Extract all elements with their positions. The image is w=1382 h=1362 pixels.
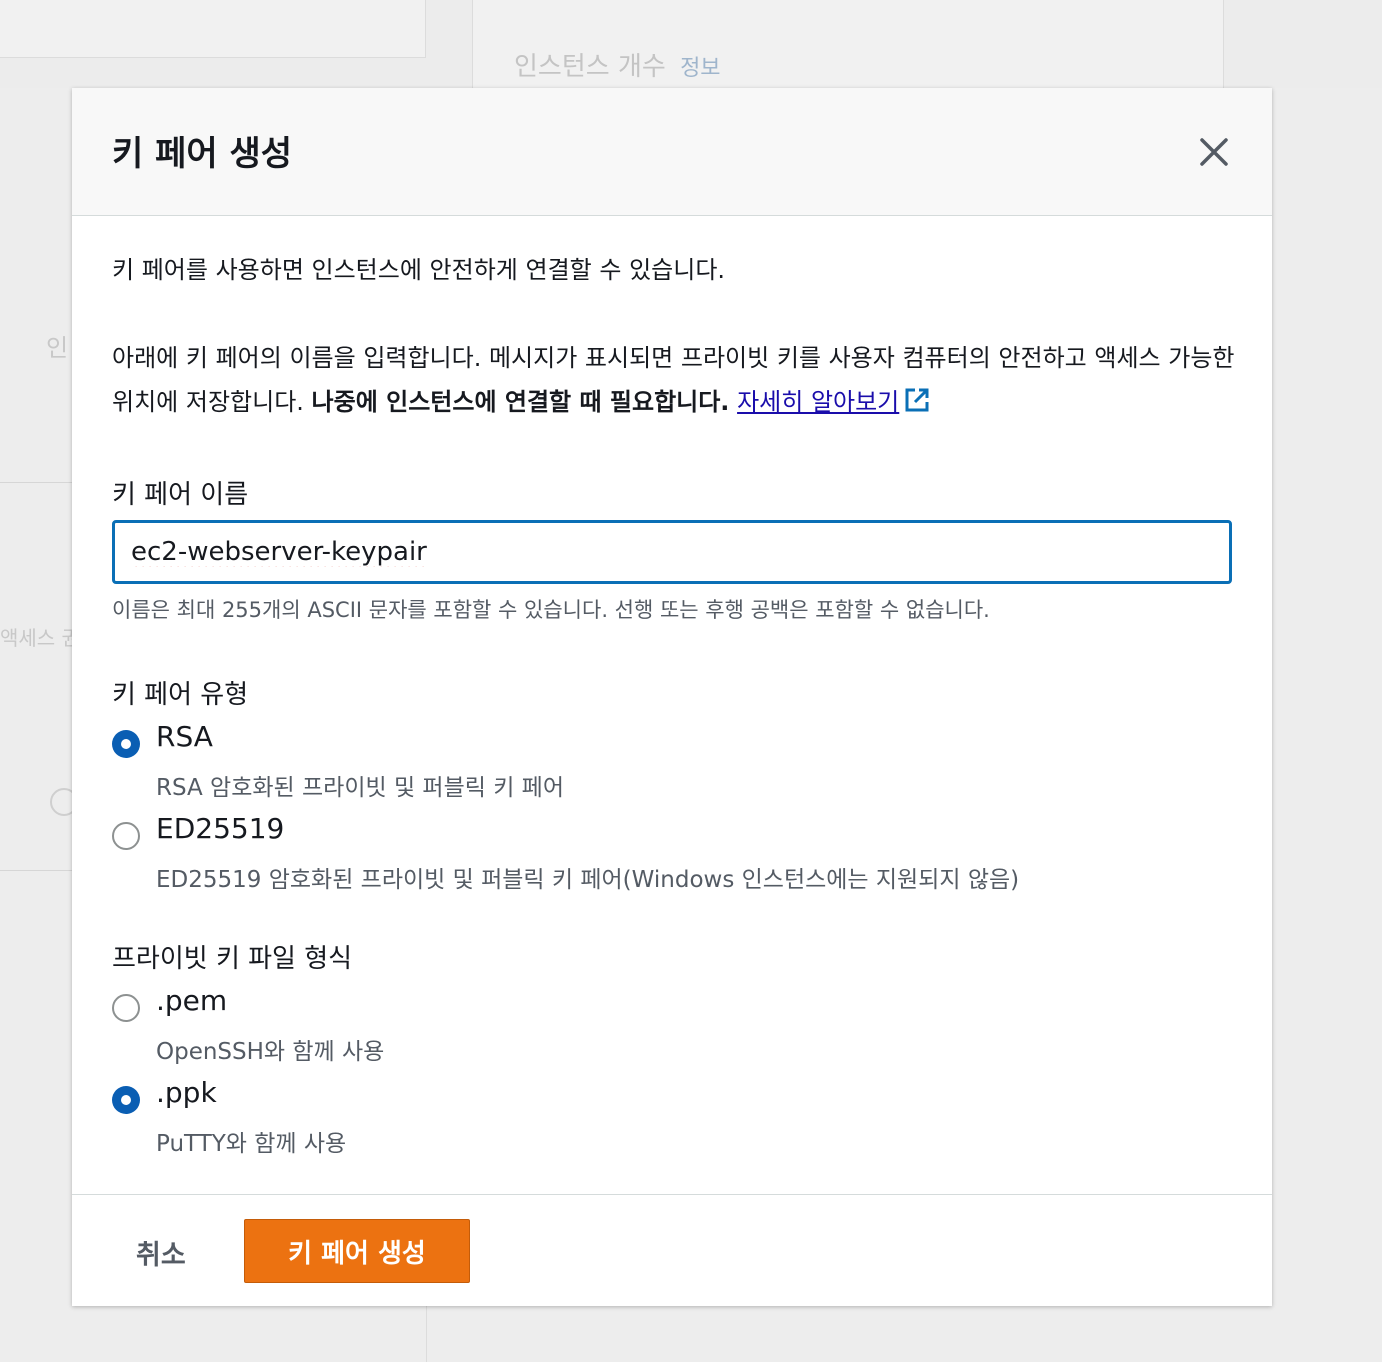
learn-more-link[interactable]: 자세히 알아보기 [737,388,931,416]
bg-left-text: 액세스 권 [0,626,72,650]
close-button[interactable] [1194,132,1234,172]
bg-instance-count-text: 인스턴스 개수 [514,52,666,82]
key-pair-type-label: 키 페어 유형 [112,680,249,710]
radio-pem-title: .pem [156,984,228,1017]
create-key-pair-button[interactable]: 키 페어 생성 [244,1219,470,1283]
bg-right-column [1272,88,1382,1362]
bg-divider [426,1306,427,1362]
modal-footer: 취소 키 페어 생성 [72,1194,1272,1306]
key-pair-name-hint: 이름은 최대 255개의 ASCII 문자를 포함할 수 있습니다. 선행 또는… [112,598,990,622]
radio-ppk-title: .ppk [156,1076,217,1109]
learn-more-label: 자세히 알아보기 [737,388,900,416]
bg-instance-count-label: 인스턴스 개수 정보 [514,46,721,83]
private-key-format-label: 프라이빗 키 파일 형식 [112,944,353,974]
bg-bottom [72,1306,1272,1362]
bg-divider [0,870,72,871]
create-key-pair-modal: 키 페어 생성 키 페어를 사용하면 인스턴스에 안전하게 연결할 수 있습니다… [72,88,1272,1306]
close-icon [1200,138,1228,166]
modal-header: 키 페어 생성 [72,88,1272,216]
radio-rsa-title: RSA [156,720,213,753]
bg-info-link: 정보 [680,56,721,81]
radio-ppk-desc: PuTTY와 함께 사용 [156,1131,347,1157]
bg-divider [0,482,72,483]
bg-left-column [0,88,72,1362]
cancel-button[interactable]: 취소 [136,1233,186,1272]
radio-ed25519-desc: ED25519 암호화된 프라이빗 및 퍼블릭 키 페어(Windows 인스턴… [156,867,1020,893]
key-pair-name-input[interactable] [112,520,1232,584]
radio-rsa-desc: RSA 암호화된 프라이빗 및 퍼블릭 키 페어 [156,775,565,801]
radio-ppk[interactable] [112,1086,140,1114]
external-link-icon [905,388,929,412]
radio-pem[interactable] [112,994,140,1022]
intro-text: 키 페어를 사용하면 인스턴스에 안전하게 연결할 수 있습니다. [112,256,726,284]
description-text: 아래에 키 페어의 이름을 입력합니다. 메시지가 표시되면 프라이빗 키를 사… [112,336,1236,424]
modal-title: 키 페어 생성 [112,134,293,174]
radio-ed25519-title: ED25519 [156,812,285,845]
radio-pem-desc: OpenSSH와 함께 사용 [156,1039,385,1065]
key-pair-name-label: 키 페어 이름 [112,480,249,510]
bg-left-text: 인 [46,334,69,362]
radio-rsa[interactable] [112,730,140,758]
description-bold: 나중에 인스턴스에 연결할 때 필요합니다. [311,388,730,416]
radio-ed25519[interactable] [112,822,140,850]
bg-panel [0,0,426,58]
